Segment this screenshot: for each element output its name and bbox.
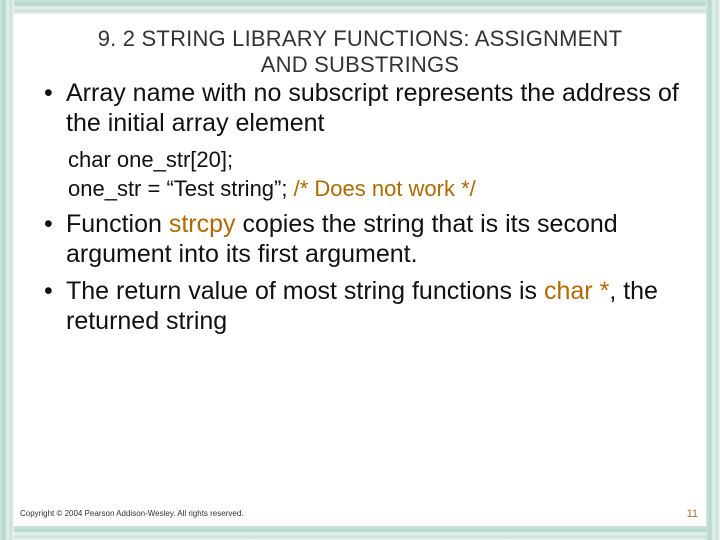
slide-body: 9. 2 STRING LIBRARY FUNCTIONS: ASSIGNMEN…: [14, 14, 706, 526]
title-line-2: AND SUBSTRINGS: [261, 52, 459, 77]
keyword-strcpy: strcpy: [169, 210, 236, 238]
bullet-2: Function strcpy copies the string that i…: [44, 209, 688, 270]
bullet-3a: The return value of most string function…: [66, 277, 544, 305]
slide-title: 9. 2 STRING LIBRARY FUNCTIONS: ASSIGNMEN…: [50, 26, 670, 78]
code-line-2: one_str = “Test string”; /* Does not wor…: [68, 174, 688, 203]
bullet-1: Array name with no subscript represents …: [44, 78, 688, 139]
code-line-2a: one_str = “Test string”;: [68, 176, 294, 201]
bullet-list-2: Function strcpy copies the string that i…: [32, 209, 688, 337]
bullet-3: The return value of most string function…: [44, 276, 688, 337]
frame-border-left: [0, 0, 14, 540]
bullet-list: Array name with no subscript represents …: [32, 78, 688, 139]
bullet-1-text: Array name with no subscript represents …: [66, 79, 679, 138]
frame-border-bottom: [0, 526, 720, 540]
code-line-1: char one_str[20];: [68, 145, 688, 174]
bullet-2a: Function: [66, 210, 169, 238]
page-number: 11: [687, 508, 698, 520]
copyright-footer: Copyright © 2004 Pearson Addison-Wesley.…: [20, 509, 244, 518]
frame-border-top: [0, 0, 720, 14]
title-line-1: 9. 2 STRING LIBRARY FUNCTIONS: ASSIGNMEN…: [98, 26, 623, 51]
code-comment: /* Does not work */: [294, 176, 476, 201]
code-block: char one_str[20]; one_str = “Test string…: [32, 145, 688, 203]
keyword-charptr: char *: [544, 277, 609, 305]
frame-border-right: [706, 0, 720, 540]
